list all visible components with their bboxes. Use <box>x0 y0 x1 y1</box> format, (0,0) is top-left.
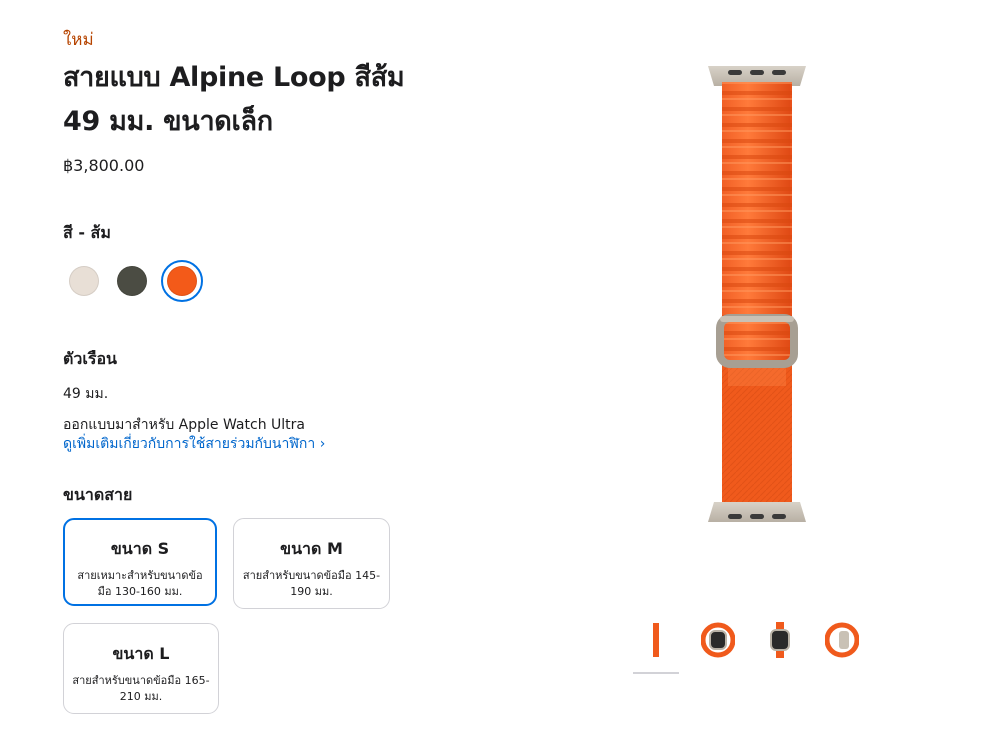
product-title: สายแบบ Alpine Loop สีส้ม 49 มม. ขนาดเล็ก <box>63 62 405 137</box>
gallery-thumbnails <box>633 620 873 676</box>
swatch-starlight[interactable] <box>63 260 105 302</box>
thumbnail-selected-indicator <box>633 672 679 674</box>
thumbnail-watch-front-left[interactable] <box>695 620 741 660</box>
case-size: 49 มม. <box>63 386 109 402</box>
band-size-heading: ขนาดสาย <box>63 485 133 504</box>
thumbnail-watch-side[interactable] <box>819 620 865 660</box>
size-option-desc: สายสำหรับขนาดข้อมือ 165-210 มม. <box>72 674 210 703</box>
watch-thumb-icon <box>825 622 859 658</box>
size-option-l[interactable]: ขนาด L สายสำหรับขนาดข้อมือ 165-210 มม. <box>63 623 219 714</box>
new-badge: ใหม่ <box>63 30 94 50</box>
watch-thumb-icon <box>770 622 790 658</box>
size-option-label: ขนาด S <box>110 539 170 558</box>
alpine-loop-band-image <box>708 66 806 522</box>
swatch-olive[interactable] <box>111 260 153 302</box>
swatch-olive-chip <box>117 266 147 296</box>
thumbnail-band-front[interactable] <box>633 620 679 660</box>
watch-thumb-icon <box>701 622 735 658</box>
product-image <box>706 64 808 524</box>
swatch-orange[interactable] <box>161 260 203 302</box>
size-option-s[interactable]: ขนาด S สายเหมาะสำหรับขนาดข้อมือ 130-160 … <box>63 518 217 606</box>
case-heading: ตัวเรือน <box>63 349 117 368</box>
thumbnail-watch-front[interactable] <box>757 620 803 660</box>
compatibility-link[interactable]: ดูเพิ่มเติมเกี่ยวกับการใช้สายร่วมกับนาฬิ… <box>63 433 325 455</box>
color-heading: สี - ส้ม <box>63 223 111 242</box>
size-option-label: ขนาด L <box>112 644 170 663</box>
size-option-desc: สายเหมาะสำหรับขนาดข้อมือ 130-160 มม. <box>77 569 203 598</box>
size-option-label: ขนาด M <box>280 539 343 558</box>
size-option-m[interactable]: ขนาด M สายสำหรับขนาดข้อมือ 145-190 มม. <box>233 518 390 609</box>
swatch-orange-chip <box>167 266 197 296</box>
swatch-starlight-chip <box>69 266 99 296</box>
product-price: ฿3,800.00 <box>63 156 145 175</box>
band-thumb-icon <box>653 623 659 657</box>
size-option-desc: สายสำหรับขนาดข้อมือ 145-190 มม. <box>242 569 381 598</box>
